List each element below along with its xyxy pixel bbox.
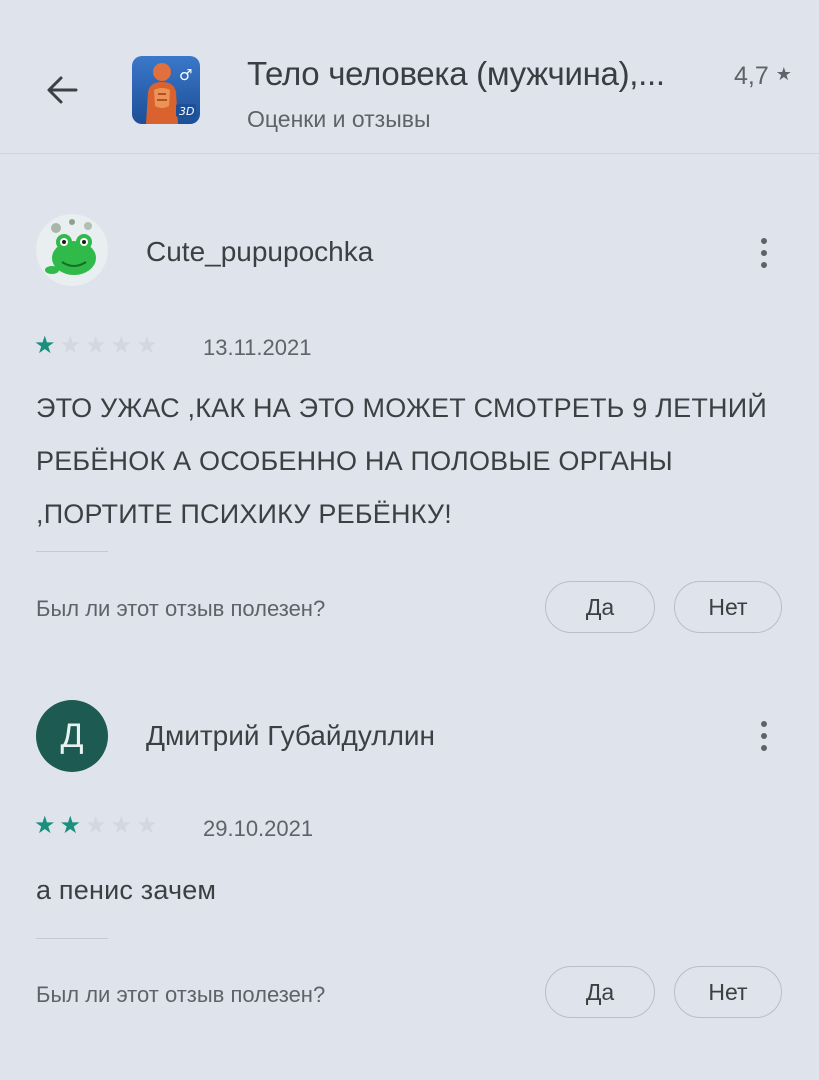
more-options-button[interactable]: [750, 714, 778, 758]
star-icon: ★: [59, 332, 82, 359]
helpful-no-button[interactable]: Нет: [674, 581, 782, 633]
more-options-button[interactable]: [750, 231, 778, 275]
star-icon: ★: [59, 812, 82, 839]
app-icon[interactable]: ♂ 3D: [132, 56, 200, 124]
app-header: ♂ 3D Тело человека (мужчина),... 4,7 ★ О…: [0, 0, 819, 154]
star-icon: ★: [110, 332, 133, 359]
svg-text:♂: ♂: [179, 66, 192, 84]
helpful-question: Был ли этот отзыв полезен?: [36, 596, 326, 621]
helpful-question: Был ли этот отзыв полезен?: [36, 982, 326, 1007]
arrow-back-icon: [47, 76, 78, 104]
star-icon: ★: [34, 812, 56, 839]
svg-text:3D: 3D: [179, 105, 194, 118]
star-icon: ★: [34, 332, 56, 359]
star-rating: ★ ★ ★ ★ ★: [34, 814, 158, 838]
divider: [36, 551, 108, 552]
frog-avatar-icon: [36, 214, 108, 286]
review-text: ЭТО УЖАС ,КАК НА ЭТО МОЖЕТ СМОТРЕТЬ 9 ЛЕ…: [36, 393, 767, 529]
app-title: Тело человека (мужчина),...: [247, 55, 665, 92]
star-icon: ★: [136, 332, 158, 359]
app-rating-value: 4,7: [734, 62, 769, 90]
back-button[interactable]: [36, 64, 88, 116]
star-icon: ★: [775, 64, 792, 84]
anatomy-app-icon: ♂ 3D: [132, 56, 200, 124]
star-icon: ★: [85, 812, 107, 839]
star-icon: ★: [85, 332, 107, 359]
review-author: Cute_pupupochka: [146, 236, 374, 267]
star-rating: ★ ★ ★ ★ ★: [34, 334, 158, 358]
avatar[interactable]: [36, 214, 108, 286]
helpful-yes-button[interactable]: Да: [545, 966, 655, 1018]
avatar[interactable]: Д: [36, 700, 108, 772]
star-icon: ★: [110, 812, 133, 839]
review-text: а пенис зачем: [36, 875, 217, 905]
review-date: 13.11.2021: [203, 335, 312, 360]
divider: [36, 938, 108, 939]
more-vert-icon: [761, 238, 767, 244]
page-subtitle: Оценки и отзывы: [247, 106, 431, 132]
star-icon: ★: [136, 812, 158, 839]
helpful-yes-button[interactable]: Да: [545, 581, 655, 633]
more-vert-icon: [761, 721, 767, 727]
helpful-no-button[interactable]: Нет: [674, 966, 782, 1018]
review-date: 29.10.2021: [203, 816, 314, 841]
review-author: Дмитрий Губайдуллин: [146, 720, 436, 751]
app-rating: 4,7 ★: [734, 62, 792, 91]
